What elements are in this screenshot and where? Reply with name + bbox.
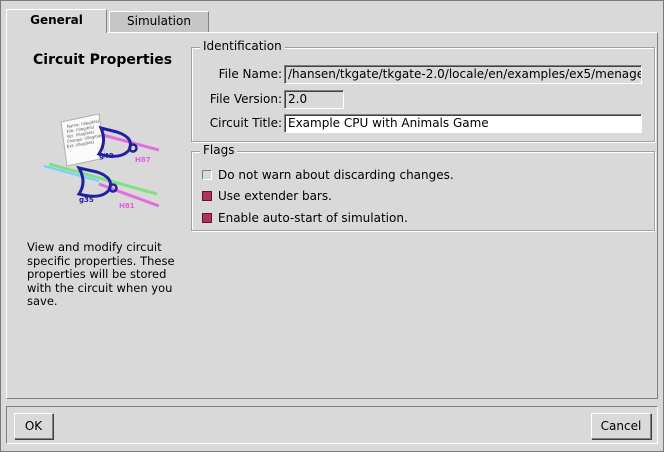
tab-simulation[interactable]: Simulation	[109, 11, 209, 32]
wire-label: H81	[119, 202, 135, 210]
gate-label: g42	[99, 152, 114, 160]
wire-label: H87	[135, 156, 151, 164]
tab-bar: General Simulation	[6, 9, 656, 33]
gate-label: g35	[79, 196, 94, 204]
file-version-field[interactable]: 2.0	[284, 90, 344, 109]
sidebar-title: Circuit Properties	[33, 52, 173, 68]
checkbox-auto-start[interactable]	[202, 213, 212, 223]
sidebar-description: View and modify circuit specific propert…	[27, 240, 175, 308]
file-name-field[interactable]: /hansen/tkgate/tkgate-2.0/locale/en/exam…	[284, 65, 642, 84]
identification-group: Identification File Name: /hansen/tkgate…	[191, 39, 656, 142]
circuit-gates-icon: Name: (illegible) File: (illegible) Ver:…	[43, 113, 160, 210]
general-panel: Circuit Properties Name: (illegible) Fil…	[6, 32, 658, 399]
file-name-row: File Name: /hansen/tkgate/tkgate-2.0/loc…	[192, 65, 656, 84]
identification-group-label: Identification	[200, 39, 285, 53]
ok-button[interactable]: OK	[14, 413, 53, 439]
circuit-properties-dialog: General Simulation Circuit Properties Na…	[0, 0, 664, 452]
file-version-label: File Version:	[209, 92, 282, 106]
circuit-title-row: Circuit Title: Example CPU with Animals …	[192, 114, 656, 133]
checkbox-no-warn-discard[interactable]	[202, 170, 212, 180]
flags-group: Flags Do not warn about discarding chang…	[191, 143, 655, 231]
circuit-illustration: Name: (illegible) File: (illegible) Ver:…	[39, 106, 160, 216]
flag-label: Use extender bars.	[218, 189, 332, 203]
circuit-title-label: Circuit Title:	[209, 116, 282, 130]
tab-general[interactable]: General	[6, 9, 107, 33]
cancel-button[interactable]: Cancel	[591, 413, 651, 439]
flags-group-label: Flags	[200, 143, 238, 157]
checkbox-extender-bars[interactable]	[202, 191, 212, 201]
button-bar: OK Cancel	[6, 406, 658, 444]
file-name-label: File Name:	[218, 67, 282, 81]
flag-label: Do not warn about discarding changes.	[218, 168, 454, 182]
flag-label: Enable auto-start of simulation.	[218, 211, 408, 225]
circuit-title-field[interactable]: Example CPU with Animals Game	[284, 114, 642, 133]
file-version-row: File Version: 2.0	[192, 90, 656, 109]
